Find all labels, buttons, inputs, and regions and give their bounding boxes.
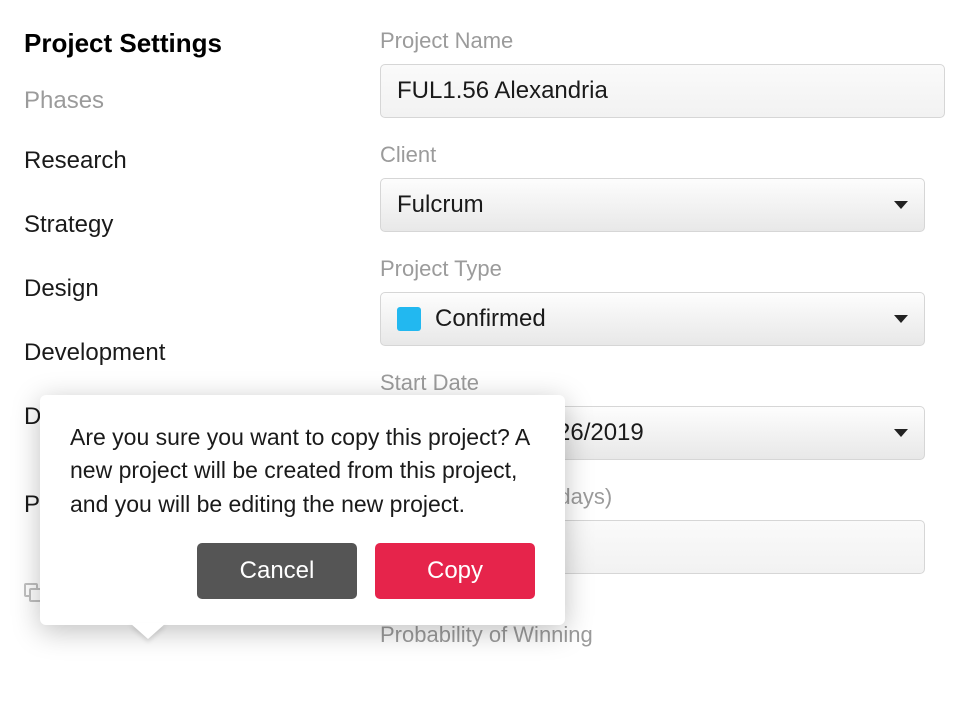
field-project-name: Project Name — [380, 28, 955, 118]
project-name-label: Project Name — [380, 28, 955, 54]
page-title: Project Settings — [24, 28, 360, 59]
project-type-label: Project Type — [380, 256, 955, 282]
cancel-button[interactable]: Cancel — [197, 543, 357, 599]
start-date-label: Start Date — [380, 370, 955, 396]
popover-actions: Cancel Copy — [70, 543, 535, 599]
field-client: Client Fulcrum — [380, 142, 955, 232]
popover-message: Are you sure you want to copy this proje… — [70, 421, 535, 521]
sidebar-item-research[interactable]: Research — [24, 147, 360, 175]
client-value: Fulcrum — [397, 191, 484, 219]
sidebar-item-strategy[interactable]: Strategy — [24, 211, 360, 239]
phases-label: Phases — [24, 87, 360, 115]
days-partial-label: g days) — [540, 484, 955, 510]
chevron-down-icon — [894, 201, 908, 209]
client-select[interactable]: Fulcrum — [380, 178, 925, 232]
chevron-down-icon — [894, 429, 908, 437]
field-project-type: Project Type Confirmed — [380, 256, 955, 346]
chevron-down-icon — [894, 315, 908, 323]
start-date-value: 26/2019 — [557, 419, 644, 447]
project-type-value: Confirmed — [435, 305, 546, 333]
copy-confirm-popover: Are you sure you want to copy this proje… — [40, 395, 565, 625]
sidebar-item-design[interactable]: Design — [24, 275, 360, 303]
copy-button[interactable]: Copy — [375, 543, 535, 599]
project-name-input[interactable] — [380, 64, 945, 118]
status-swatch — [397, 307, 421, 331]
sidebar-item-development[interactable]: Development — [24, 339, 360, 367]
client-label: Client — [380, 142, 955, 168]
project-type-select[interactable]: Confirmed — [380, 292, 925, 346]
probability-label: Probability of Winning — [380, 622, 955, 648]
